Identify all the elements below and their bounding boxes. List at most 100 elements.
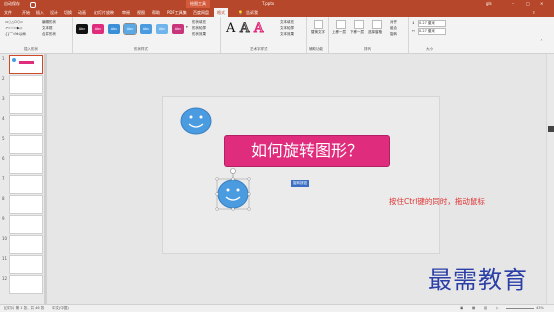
text-effects-button[interactable]: 文本效果: [280, 32, 294, 37]
rotate-button[interactable]: 旋转: [390, 32, 397, 37]
group-button[interactable]: 组合: [390, 26, 397, 31]
height-input[interactable]: 0.27 厘米: [418, 20, 446, 27]
tab-format[interactable]: 格式: [214, 8, 228, 17]
thumb-smiley: [12, 58, 16, 62]
tab-baidu-netdisk[interactable]: 百度网盘: [193, 8, 209, 17]
side-toggle-icon[interactable]: [548, 126, 554, 132]
group-accessibility: 替换文字 辅助功能: [308, 17, 329, 53]
style-swatch-1[interactable]: Abc: [76, 24, 88, 34]
slide-thumbnail-6[interactable]: [9, 155, 43, 174]
maximize-icon[interactable]: □: [526, 0, 530, 8]
slide-thumbnail-5[interactable]: [9, 135, 43, 154]
watermark-logo: 最需教育: [428, 266, 528, 294]
style-swatch-6[interactable]: Abc: [156, 24, 168, 34]
thumb-number: 2: [2, 76, 5, 81]
slide-thumbnail-3[interactable]: [9, 95, 43, 114]
group-insert-shapes: ▭○△⬠⬡▱ ↗⇨☆⬭▶◇ {}⌒↺⊕☺▤ 编辑形状 文本框 合并形状 插入形状: [2, 17, 73, 53]
tab-animations[interactable]: 动画: [78, 8, 86, 17]
close-icon[interactable]: ✕: [540, 0, 543, 8]
user-name[interactable]: gls: [486, 0, 492, 8]
group-size: ↕ 0.27 厘米 ↔ 0.27 厘米 大小: [410, 17, 450, 53]
wordart-styles-label: 艺术字样式: [250, 47, 268, 51]
alt-text-icon[interactable]: [314, 20, 323, 29]
text-box-button[interactable]: 文本框: [42, 26, 53, 31]
slide-thumbnail-8[interactable]: [9, 195, 43, 214]
tab-design[interactable]: 设计: [50, 8, 58, 17]
shape-outline-button[interactable]: 形状轮廓: [192, 26, 206, 31]
smiley-face-shape[interactable]: [180, 107, 212, 135]
alt-text-button[interactable]: 替换文字: [310, 30, 326, 35]
thumb-number: 3: [2, 96, 5, 101]
selection-pane-button[interactable]: 选择窗格: [368, 30, 382, 35]
slide-thumbnails-panel: 1 2 3 4 5 6 7 8 9 10 11 12: [0, 54, 47, 304]
height-icon: ↕: [412, 21, 415, 25]
shape-effects-button[interactable]: 形状效果: [192, 32, 206, 37]
tell-me-search[interactable]: 告诉我: [246, 8, 258, 17]
tab-insert[interactable]: 插入: [36, 8, 44, 17]
slide-thumbnail-11[interactable]: [9, 255, 43, 274]
thumb-number: 4: [2, 116, 5, 121]
tab-home[interactable]: 开始: [22, 8, 30, 17]
instruction-note: 按住Ctrl键的同时，拖动鼠标: [389, 197, 485, 206]
wordart-style-2[interactable]: A: [239, 21, 249, 37]
accessibility-label: 辅助功能: [309, 47, 323, 51]
group-wordart-styles: A A A 文本填充 文本轮廓 文本效果 艺术字样式: [222, 17, 307, 53]
vertical-scrollbar[interactable]: [546, 54, 554, 304]
wordart-style-3[interactable]: A: [253, 21, 263, 37]
bring-forward-button[interactable]: 上移一层: [332, 30, 346, 35]
style-swatch-4[interactable]: Abc: [123, 23, 137, 35]
slide-thumbnail-2[interactable]: [9, 75, 43, 94]
thumb-number: 10: [2, 236, 8, 241]
minimize-icon[interactable]: –: [512, 0, 514, 8]
slide-thumbnail-12[interactable]: [9, 275, 43, 294]
style-swatch-2[interactable]: Abc: [92, 24, 104, 34]
slide-thumbnail-4[interactable]: [9, 115, 43, 134]
zoom-slider[interactable]: [506, 308, 534, 309]
style-swatch-7[interactable]: Abc: [172, 24, 184, 34]
slide-canvas[interactable]: 如何旋转图形？ 旋转按钮 按住Ctrl键的同时，拖动鼠标: [162, 96, 485, 254]
autosave-label[interactable]: 自动保存: [4, 0, 20, 8]
slide-thumbnail-10[interactable]: [9, 235, 43, 254]
align-button[interactable]: 对齐: [390, 20, 397, 25]
tab-pdf-tools[interactable]: PDF工具集: [167, 8, 187, 17]
selection-pane-icon[interactable]: [372, 20, 382, 29]
style-swatch-5[interactable]: Abc: [140, 24, 152, 34]
gallery-more-icon[interactable]: ▾: [186, 25, 188, 29]
text-fill-button[interactable]: 文本填充: [280, 20, 294, 25]
share-icon[interactable]: ⇪: [532, 8, 535, 17]
tab-view[interactable]: 视图: [137, 8, 145, 17]
thumbnail-scrollbar[interactable]: [44, 54, 46, 304]
arrange-label: 排列: [364, 47, 371, 51]
slide-title-box[interactable]: 如何旋转图形？: [224, 135, 390, 167]
tab-slideshow[interactable]: 幻灯片放映: [94, 8, 114, 17]
tab-file[interactable]: 文件: [4, 8, 12, 17]
tab-help[interactable]: 帮助: [152, 8, 160, 17]
slide-thumbnail-1[interactable]: [9, 55, 43, 74]
style-swatch-3[interactable]: Abc: [108, 24, 120, 34]
tab-review[interactable]: 审阅: [122, 8, 130, 17]
tab-transitions[interactable]: 切换: [64, 8, 72, 17]
thumb-number: 9: [2, 216, 5, 221]
insert-shapes-label: 插入形状: [24, 47, 38, 51]
merge-shapes-button[interactable]: 合并形状: [42, 32, 56, 37]
thumb-title-bar: [19, 61, 34, 64]
thumb-number: 7: [2, 176, 5, 181]
wordart-style-1[interactable]: A: [226, 21, 235, 36]
thumb-number: 11: [2, 256, 8, 261]
shapes-gallery[interactable]: ▭○△⬠⬡▱ ↗⇨☆⬭▶◇ {}⌒↺⊕☺▤: [5, 20, 37, 42]
send-backward-button[interactable]: 下移一层: [350, 30, 364, 35]
slide-thumbnail-7[interactable]: [9, 175, 43, 194]
bring-forward-icon[interactable]: [336, 20, 346, 29]
thumb-number: 8: [2, 196, 5, 201]
rotate-tooltip: 旋转按钮: [291, 180, 309, 187]
title-bar: 自动保存 绘图工具 T.pptx gls – □ ✕: [0, 0, 554, 8]
send-backward-icon[interactable]: [354, 20, 364, 29]
shape-fill-button[interactable]: 形状填充: [192, 20, 206, 25]
shape-styles-label: 形状样式: [134, 47, 148, 51]
collapse-ribbon-icon[interactable]: ⌃: [540, 39, 543, 43]
selected-smiley-shape[interactable]: [213, 167, 253, 215]
text-outline-button[interactable]: 文本轮廓: [280, 26, 294, 31]
slide-thumbnail-9[interactable]: [9, 215, 43, 234]
width-input[interactable]: 0.27 厘米: [418, 28, 446, 35]
edit-shape-button[interactable]: 编辑形状: [42, 20, 56, 25]
